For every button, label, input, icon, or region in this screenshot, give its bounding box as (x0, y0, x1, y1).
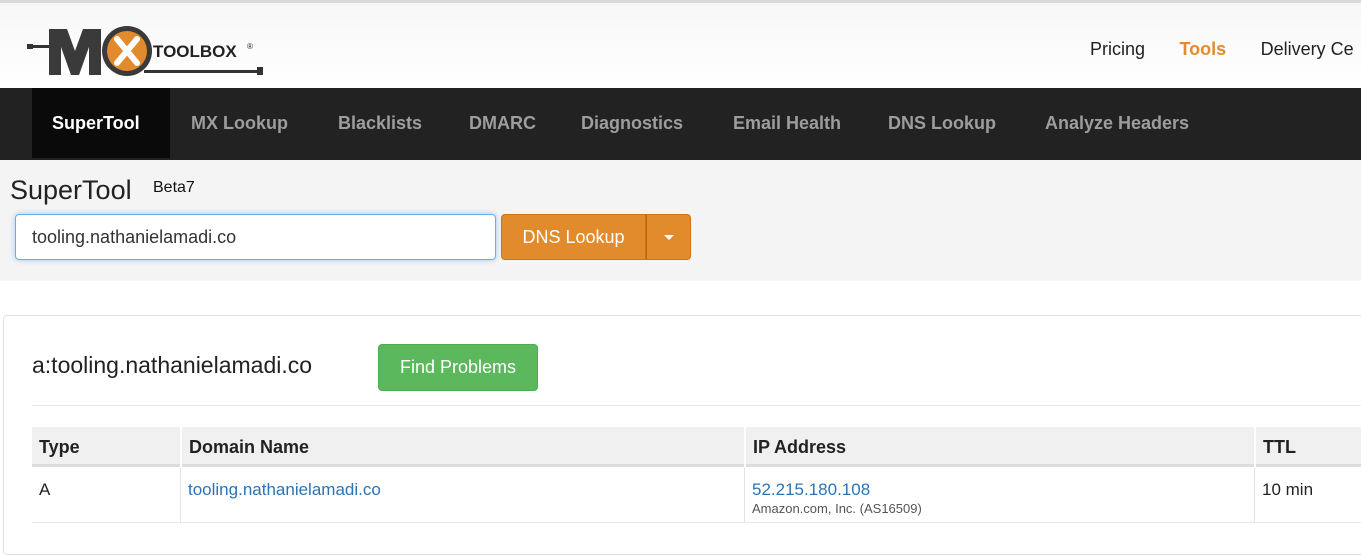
dns-lookup-button[interactable]: DNS Lookup (501, 214, 646, 260)
nav-supertool[interactable]: SuperTool (32, 88, 170, 158)
result-title: a:tooling.nathanielamadi.co (32, 352, 313, 378)
lookup-dropdown-button[interactable] (646, 214, 691, 260)
nav-dmarc[interactable]: DMARC (469, 88, 536, 158)
ip-owner: Amazon.com, Inc. (AS16509) (752, 501, 922, 516)
domain-link[interactable]: tooling.nathanielamadi.co (188, 480, 381, 499)
nav-mx-lookup[interactable]: MX Lookup (191, 88, 288, 158)
chevron-down-icon (664, 235, 674, 240)
ip-link[interactable]: 52.215.180.108 (752, 480, 870, 499)
nav-analyze-headers[interactable]: Analyze Headers (1045, 88, 1189, 158)
top-bar: TOOLBOX ® Pricing Tools Delivery Ce (0, 0, 1361, 88)
cell-ip: 52.215.180.108 Amazon.com, Inc. (AS16509… (744, 468, 1254, 523)
column-domain-name: Domain Name (180, 427, 744, 467)
cell-domain: tooling.nathanielamadi.co (180, 468, 744, 523)
nav-dns-lookup[interactable]: DNS Lookup (888, 88, 996, 158)
nav-blacklists[interactable]: Blacklists (338, 88, 422, 158)
top-nav-tools[interactable]: Tools (1179, 39, 1226, 59)
column-ip-address: IP Address (744, 427, 1254, 467)
svg-text:TOOLBOX: TOOLBOX (153, 42, 237, 61)
cell-type: A (39, 480, 51, 499)
top-nav: Pricing Tools Delivery Ce (1090, 39, 1361, 60)
beta-label: Beta7 (153, 179, 195, 196)
divider (32, 405, 1361, 406)
nav-diagnostics[interactable]: Diagnostics (581, 88, 683, 158)
supertool-search-panel: SuperTool Beta7 DNS Lookup (0, 160, 1361, 281)
table-header: Type Domain Name IP Address TTL (32, 427, 1361, 467)
nav-email-health[interactable]: Email Health (733, 88, 841, 158)
top-nav-delivery-center[interactable]: Delivery Ce (1261, 39, 1354, 59)
svg-text:®: ® (247, 42, 253, 51)
top-nav-pricing[interactable]: Pricing (1090, 39, 1145, 59)
mxtoolbox-logo[interactable]: TOOLBOX ® (27, 25, 267, 81)
page-title: SuperTool (10, 175, 132, 205)
column-ttl: TTL (1254, 427, 1361, 467)
search-input[interactable] (15, 214, 496, 260)
column-type: Type (39, 437, 80, 457)
table-row: A tooling.nathanielamadi.co 52.215.180.1… (32, 468, 1361, 523)
main-nav: SuperTool MX Lookup Blacklists DMARC Dia… (0, 88, 1361, 160)
find-problems-button[interactable]: Find Problems (378, 344, 538, 391)
cell-ttl: 10 min (1254, 468, 1361, 523)
